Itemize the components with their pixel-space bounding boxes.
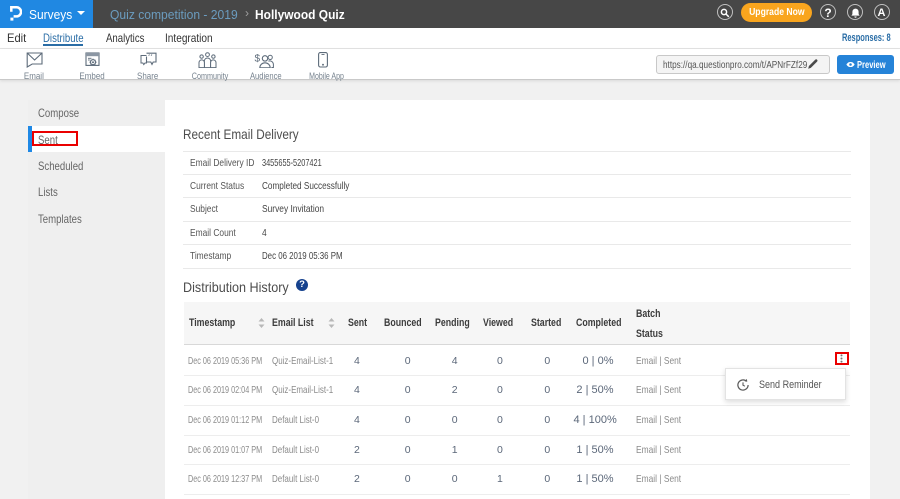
- svg-text:$: $: [255, 53, 261, 64]
